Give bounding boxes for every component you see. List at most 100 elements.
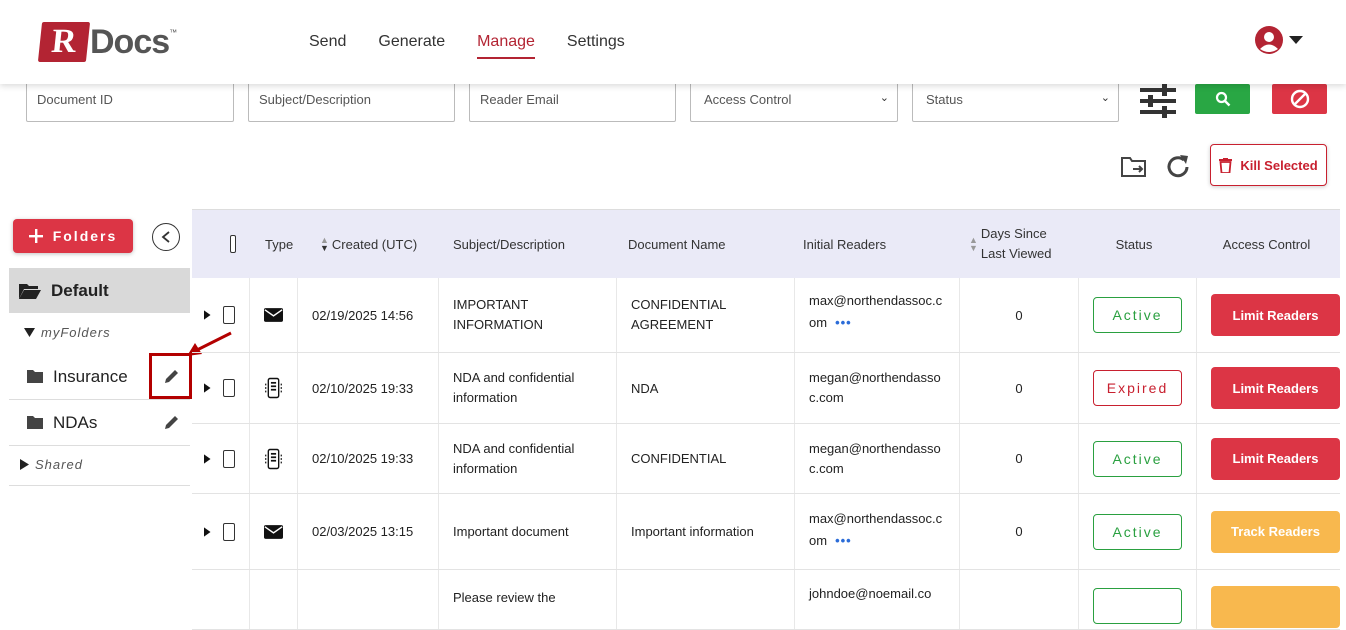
track-readers-button[interactable]: Track Readers xyxy=(1211,510,1340,553)
subject-cell: Please review the xyxy=(439,570,617,629)
folder-ndas[interactable]: NDAs xyxy=(9,400,190,446)
col-access-control: Access Control xyxy=(1222,236,1311,252)
type-cell xyxy=(250,278,298,352)
folder-default-label: Default xyxy=(51,280,109,300)
readers-cell: johndoe@noemail.co xyxy=(795,570,960,629)
plus-icon xyxy=(28,229,43,243)
status-cell: Active xyxy=(1079,278,1197,352)
days-cell: 0 xyxy=(960,353,1079,423)
clear-filters-button[interactable] xyxy=(1272,84,1327,114)
expand-row-icon[interactable] xyxy=(204,452,211,466)
access-cell: Track Readers xyxy=(1197,494,1340,569)
col-initial-readers: Initial Readers xyxy=(803,236,887,252)
created-cell: 02/19/2025 14:56 xyxy=(298,278,439,352)
nav-generate[interactable]: Generate xyxy=(378,33,445,59)
col-status: Status xyxy=(1115,236,1153,252)
readers-cell: max@northendassoc.com ••• xyxy=(795,494,960,569)
readers-cell: max@northendassoc.com ••• xyxy=(795,278,960,352)
shared-group[interactable]: Shared xyxy=(20,457,83,472)
row-select-cell xyxy=(192,570,250,629)
nav-manage[interactable]: Manage xyxy=(477,33,535,59)
table-row[interactable]: 02/10/2025 19:33 NDA and confidential in… xyxy=(192,424,1340,494)
expand-row-icon[interactable] xyxy=(204,381,211,395)
new-folder-button[interactable]: Folders xyxy=(13,219,133,253)
col-days-since[interactable]: ▲ ▼ Days Since Last Viewed xyxy=(957,210,1075,278)
edit-pencil-icon[interactable] xyxy=(164,414,180,430)
subject-cell: Important document xyxy=(439,494,617,569)
expand-row-icon[interactable] xyxy=(204,525,211,539)
search-icon xyxy=(1215,91,1230,107)
kill-selected-button[interactable]: Kill Selected xyxy=(1210,144,1327,186)
col-created[interactable]: ▲ ▼ Created (UTC) xyxy=(306,210,439,278)
user-menu[interactable] xyxy=(1255,26,1303,54)
envelope-icon xyxy=(264,524,283,539)
table-row[interactable]: 02/03/2025 13:15 Important document Impo… xyxy=(192,494,1340,570)
folder-icon xyxy=(27,370,43,383)
caret-down-icon xyxy=(24,328,35,337)
folder-default[interactable]: Default xyxy=(9,268,190,313)
more-readers-icon[interactable]: ••• xyxy=(835,533,852,548)
row-select-cell xyxy=(192,494,250,569)
shared-label: Shared xyxy=(35,457,83,472)
caret-right-icon xyxy=(20,459,29,470)
status-cell xyxy=(1079,570,1197,629)
days-cell: 0 xyxy=(960,424,1079,493)
row-checkbox[interactable] xyxy=(222,522,235,541)
status-badge: Expired xyxy=(1093,370,1182,406)
table-row[interactable]: Please review the johndoe@noemail.co xyxy=(192,570,1340,630)
logo-trademark: ™ xyxy=(169,28,178,37)
select-all-checkbox[interactable] xyxy=(230,235,236,253)
limit-readers-button[interactable]: Limit Readers xyxy=(1211,437,1340,480)
days-cell: 0 xyxy=(960,278,1079,352)
documents-table: Type ▲ ▼ Created (UTC) Subject/Descriptio… xyxy=(192,209,1340,630)
col-subject: Subject/Description xyxy=(453,236,565,252)
sidebar-divider xyxy=(9,485,190,486)
search-button[interactable] xyxy=(1195,84,1250,114)
status-cell: Expired xyxy=(1079,353,1197,423)
ban-icon xyxy=(1290,89,1309,109)
limit-readers-button[interactable]: Limit Readers xyxy=(1211,367,1340,409)
chevron-down-icon: ⌄ xyxy=(1100,92,1110,104)
folder-insurance-label: Insurance xyxy=(53,366,128,386)
move-to-folder-icon[interactable] xyxy=(1120,152,1148,180)
row-select-cell xyxy=(192,353,250,423)
row-checkbox[interactable] xyxy=(222,306,235,324)
envelope-icon xyxy=(264,308,283,322)
document-name-cell[interactable]: CONFIDENTIAL xyxy=(617,424,795,493)
myfolders-group[interactable]: myFolders xyxy=(24,325,111,340)
status-select-label: Status xyxy=(926,91,963,107)
expand-row-icon[interactable] xyxy=(204,308,211,322)
document-name-cell[interactable]: Important information xyxy=(617,494,795,569)
col-document-name: Document Name xyxy=(628,236,726,252)
nav-settings[interactable]: Settings xyxy=(567,33,625,59)
more-readers-icon[interactable]: ••• xyxy=(835,315,852,330)
days-cell: 0 xyxy=(960,494,1079,569)
rdocs-logo[interactable]: R Docs ™ xyxy=(37,22,178,62)
document-name-cell[interactable]: NDA xyxy=(617,353,795,423)
subject-cell: NDA and confidential information xyxy=(439,424,617,493)
row-checkbox[interactable] xyxy=(222,449,235,468)
sort-icon: ▲ ▼ xyxy=(320,235,329,253)
top-header: R Docs ™ Send Generate Manage Settings xyxy=(0,0,1346,84)
readers-cell: megan@northendassoc.com xyxy=(795,353,960,423)
readers-cell: megan@northendassoc.com xyxy=(795,424,960,493)
row-checkbox[interactable] xyxy=(222,379,235,397)
advanced-filter-icon[interactable] xyxy=(1140,84,1176,118)
col-days-since-line1: Days Since xyxy=(980,226,1047,241)
kill-selected-label: Kill Selected xyxy=(1240,157,1318,173)
track-readers-button[interactable] xyxy=(1211,586,1340,628)
collapse-sidebar-button[interactable] xyxy=(152,223,180,251)
type-cell xyxy=(250,494,298,569)
main-nav: Send Generate Manage Settings xyxy=(309,33,625,59)
access-cell: Limit Readers xyxy=(1197,353,1340,423)
logo-r-mark: R xyxy=(37,22,91,62)
nav-send[interactable]: Send xyxy=(309,33,346,59)
table-row[interactable]: 02/19/2025 14:56 IMPORTANT INFORMATION C… xyxy=(192,278,1340,353)
document-name-cell[interactable]: CONFIDENTIAL AGREEMENT xyxy=(617,278,795,352)
status-cell: Active xyxy=(1079,424,1197,493)
sort-icon: ▲ ▼ xyxy=(969,235,978,253)
refresh-icon[interactable] xyxy=(1163,152,1193,182)
table-row[interactable]: 02/10/2025 19:33 NDA and confidential in… xyxy=(192,353,1340,424)
limit-readers-button[interactable]: Limit Readers xyxy=(1211,294,1340,336)
col-type: Type xyxy=(265,236,294,252)
